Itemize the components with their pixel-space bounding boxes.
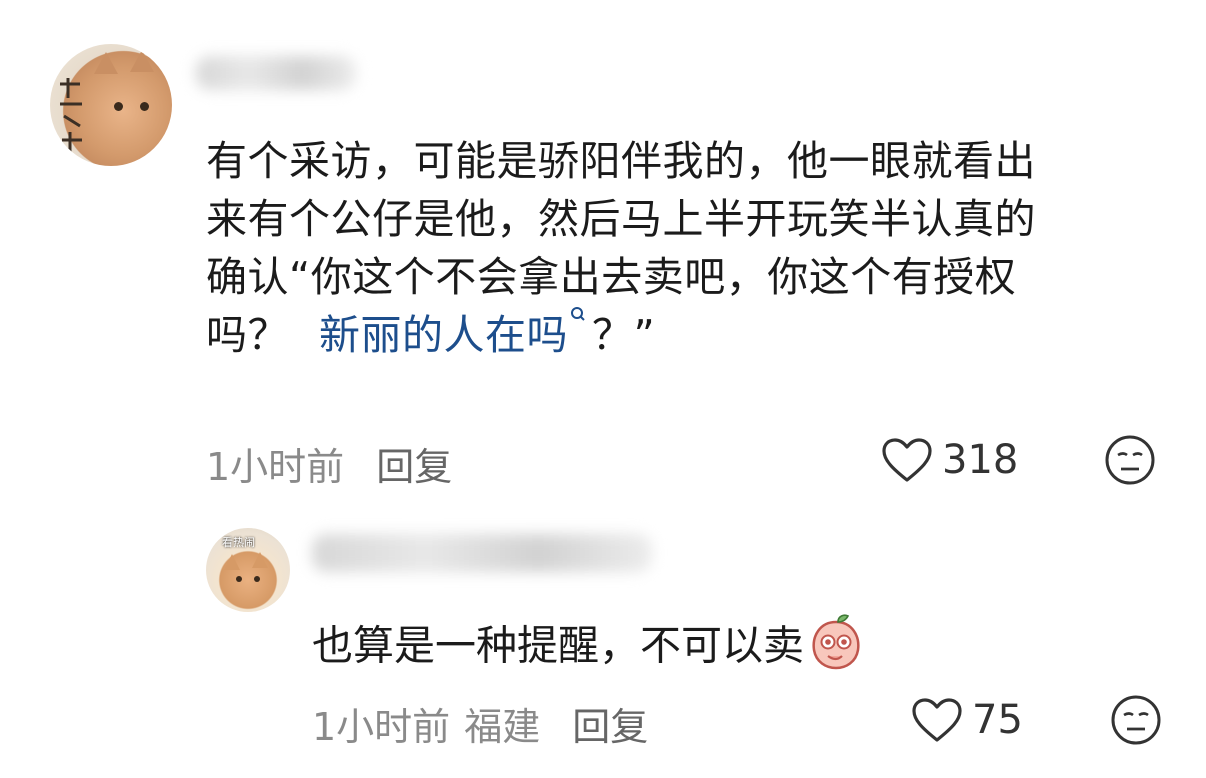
dislike-button[interactable] <box>1110 694 1162 750</box>
reply-text: 也算是一种提醒，不可以卖 <box>312 621 804 670</box>
comment-meta: 1小时前 回复 <box>206 436 452 491</box>
dislike-button[interactable] <box>1104 434 1156 490</box>
cat-eye-icon <box>236 576 242 582</box>
cat-ear-left-icon <box>224 554 240 570</box>
like-count: 75 <box>972 697 1023 743</box>
search-icon[interactable] <box>570 306 586 336</box>
reply-button[interactable]: 回复 <box>572 705 648 749</box>
comment-line: 吗？ <box>206 311 289 359</box>
avatar-badge: 看热闹 <box>222 536 255 549</box>
reply-body: 也算是一种提醒，不可以卖 <box>312 612 864 685</box>
comment-tail: ？” <box>592 311 656 359</box>
meh-face-icon <box>1105 435 1155 485</box>
search-link[interactable]: 新丽的人在吗 <box>319 311 568 359</box>
reply-button[interactable]: 回复 <box>376 445 452 489</box>
heart-outline-icon <box>912 698 962 742</box>
comment-line: 有个采访，可能是骄阳伴我的，他一眼就看出 <box>206 137 1036 185</box>
like-button[interactable]: 318 <box>880 436 1018 484</box>
username-blurred[interactable] <box>196 56 356 90</box>
timestamp: 1小时前 <box>312 705 451 749</box>
comment-thread: 有个采访，可能是骄阳伴我的，他一眼就看出 来有个公仔是他，然后马上半开玩笑半认真… <box>0 0 1206 778</box>
cat-ear-right-icon <box>252 552 268 568</box>
like-count: 318 <box>942 437 1019 483</box>
comment-body: 有个采访，可能是骄阳伴我的，他一眼就看出 来有个公仔是他，然后马上半开玩笑半认真… <box>206 132 1166 364</box>
comment-line: 来有个公仔是他，然后马上半开玩笑半认真的 <box>206 195 1036 243</box>
like-button[interactable]: 75 <box>910 696 1023 744</box>
timestamp: 1小时前 <box>206 445 345 489</box>
heart-outline-icon <box>882 438 932 482</box>
comment-line-last: 吗？ 新丽的人在吗 ？” <box>206 306 1166 364</box>
reply-username-blurred[interactable] <box>312 534 652 572</box>
reply-meta: 1小时前 福建 回复 <box>312 696 648 751</box>
region: 福建 <box>464 705 541 749</box>
reply-avatar[interactable]: 看热闹 <box>206 528 290 612</box>
avatar[interactable] <box>50 44 172 166</box>
meh-face-icon <box>1111 695 1161 745</box>
cat-eye-icon <box>254 576 260 582</box>
peach-face-emoji-icon <box>808 612 864 685</box>
avatar-calligraphy-icon <box>60 78 82 154</box>
comment-line: 确认“你这个不会拿出去卖吧，你这个有授权 <box>206 253 1017 301</box>
